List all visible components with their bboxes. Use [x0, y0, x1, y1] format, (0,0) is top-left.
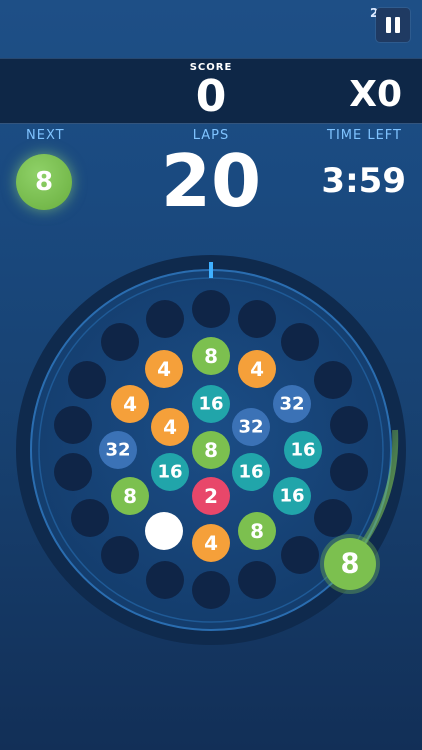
- board-ball: 8: [192, 337, 230, 375]
- empty-slot: [192, 290, 230, 328]
- board-ball-label: 4: [163, 415, 177, 439]
- empty-slot: [54, 406, 92, 444]
- board-ball: 16: [273, 477, 311, 515]
- board-ball-label: 4: [123, 392, 137, 416]
- empty-slot: [101, 536, 139, 574]
- board-ball-label: 16: [279, 486, 304, 507]
- board-ball: 32: [99, 431, 137, 469]
- board-ball-label: 8: [123, 484, 137, 508]
- board-ball-label: 16: [290, 440, 315, 461]
- empty-slot: [146, 561, 184, 599]
- board-ball-label: 4: [204, 531, 218, 555]
- empty-slot: [314, 361, 352, 399]
- empty-slot: [192, 571, 230, 609]
- board-ball-label: 16: [238, 462, 263, 483]
- board-ball-label: 1: [157, 519, 171, 543]
- board-ball: 4: [111, 385, 149, 423]
- board-ball: 32: [273, 385, 311, 423]
- board-ball: 4: [192, 524, 230, 562]
- board-ball-label: 32: [105, 440, 130, 461]
- empty-slot: [238, 561, 276, 599]
- board-ball-label: 8: [204, 438, 218, 462]
- board-ball: 8: [238, 512, 276, 550]
- empty-slot: [71, 499, 109, 537]
- board-ball-label: 4: [157, 357, 171, 381]
- empty-slot: [146, 300, 184, 338]
- empty-slot: [330, 406, 368, 444]
- board-ball: 32: [232, 408, 270, 446]
- board-ball-label: 32: [279, 394, 304, 415]
- empty-slot: [281, 323, 319, 361]
- launcher-ball-label: 8: [341, 549, 360, 580]
- board-ball: 16: [151, 453, 189, 491]
- empty-slot: [314, 499, 352, 537]
- board-ball-label: 8: [250, 519, 264, 543]
- board-ball-label: 2: [204, 484, 218, 508]
- empty-slot: [54, 453, 92, 491]
- board-ball: 8: [192, 431, 230, 469]
- empty-slot: [330, 453, 368, 491]
- board-ball: 1: [145, 512, 183, 550]
- empty-slot: [238, 300, 276, 338]
- board-ball: 2: [192, 477, 230, 515]
- board-ball: 16: [192, 385, 230, 423]
- board-ball-label: 8: [204, 344, 218, 368]
- board-ball-label: 4: [250, 357, 264, 381]
- game-board[interactable]: 84 44 16 324 3232 8 1616 168 2 161 4 8 8: [0, 0, 422, 750]
- board-ball: 16: [284, 431, 322, 469]
- board-ball: 8: [111, 477, 149, 515]
- launcher-ball: 8: [324, 538, 376, 590]
- empty-slot: [101, 323, 139, 361]
- empty-slot: [68, 361, 106, 399]
- board-ball: 4: [151, 408, 189, 446]
- board-ball-label: 16: [157, 462, 182, 483]
- board-ball-label: 32: [238, 417, 263, 438]
- board-ball: 4: [238, 350, 276, 388]
- board-ball-label: 16: [198, 394, 223, 415]
- board-ball: 16: [232, 453, 270, 491]
- empty-slot: [281, 536, 319, 574]
- board-ball: 4: [145, 350, 183, 388]
- track-marker: [209, 262, 213, 278]
